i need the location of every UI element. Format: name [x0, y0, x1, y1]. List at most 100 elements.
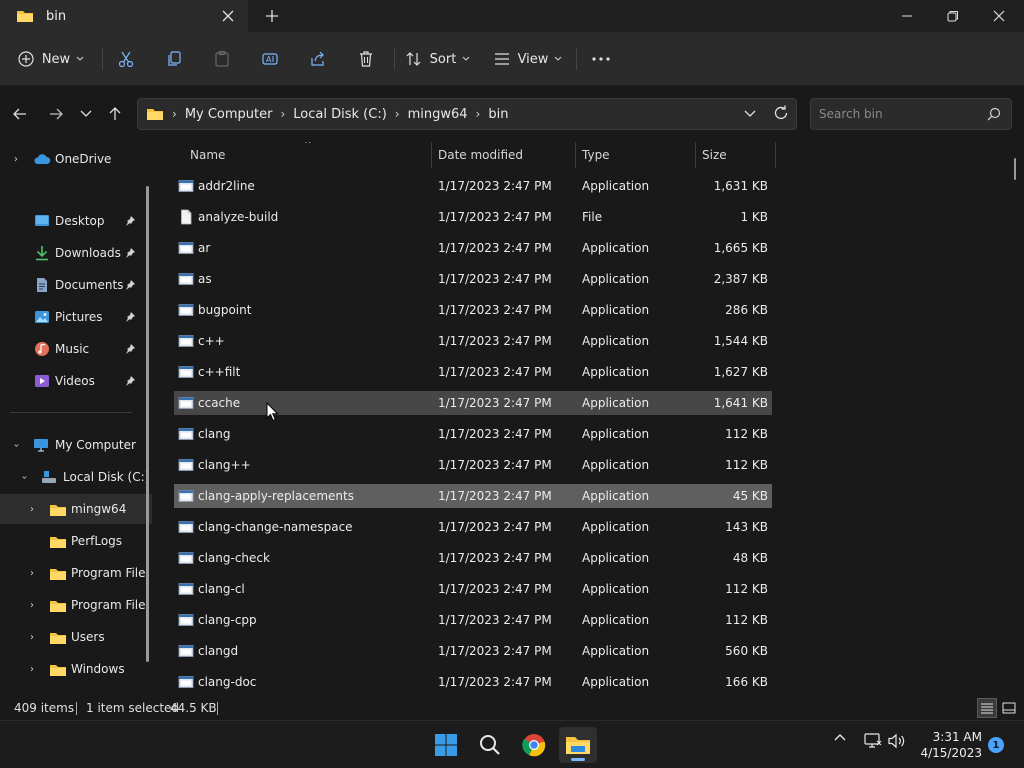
sidebar-item-desktop[interactable]: Desktop: [0, 206, 152, 236]
chevron-right-icon[interactable]: ›: [26, 664, 38, 675]
back-button[interactable]: [6, 100, 34, 128]
sidebar-item-program-files[interactable]: › Program File: [0, 558, 152, 588]
tiles-view-button[interactable]: [999, 698, 1019, 718]
forward-button[interactable]: [42, 100, 70, 128]
rename-button[interactable]: A: [256, 42, 284, 76]
file-row[interactable]: as 1/17/2023 2:47 PM Application 2,387 KB: [174, 267, 772, 291]
sidebar-item-downloads[interactable]: Downloads: [0, 238, 152, 268]
column-divider[interactable]: [695, 142, 696, 168]
chevron-right-icon[interactable]: ›: [10, 154, 22, 165]
chevron-right-icon[interactable]: ›: [26, 632, 38, 643]
sidebar-item-documents[interactable]: Documents: [0, 270, 152, 300]
view-button[interactable]: View: [492, 42, 564, 76]
file-row[interactable]: addr2line 1/17/2023 2:47 PM Application 1,6…: [174, 174, 772, 198]
sidebar-item-pictures[interactable]: Pictures: [0, 302, 152, 332]
minimize-button[interactable]: [884, 0, 930, 32]
chevron-right-icon[interactable]: ›: [26, 600, 38, 611]
search-box[interactable]: [810, 98, 1012, 130]
breadcrumb-bin[interactable]: bin: [488, 107, 508, 122]
address-bar[interactable]: › My Computer › Local Disk (C:) › mingw6…: [137, 98, 797, 130]
file-list-scrollbar[interactable]: [1014, 158, 1016, 180]
volume-button[interactable]: [888, 733, 906, 749]
column-divider[interactable]: [575, 142, 576, 168]
show-hidden-icons-button[interactable]: [834, 733, 846, 741]
breadcrumb-local-disk[interactable]: Local Disk (C:): [293, 107, 386, 122]
file-row[interactable]: ar 1/17/2023 2:47 PM Application 1,665 KB: [174, 236, 772, 260]
start-button[interactable]: [427, 727, 465, 763]
file-date-modified: 1/17/2023 2:47 PM: [438, 613, 552, 627]
new-button[interactable]: New: [12, 42, 90, 76]
notification-badge[interactable]: 1: [988, 737, 1004, 753]
copy-button[interactable]: [160, 42, 188, 76]
file-row[interactable]: c++filt 1/17/2023 2:47 PM Application 1,627…: [174, 360, 772, 384]
column-header-name[interactable]: Name ^: [190, 142, 430, 168]
refresh-button[interactable]: [772, 104, 790, 126]
taskbar-search-button[interactable]: [471, 727, 509, 763]
paste-button[interactable]: [208, 42, 236, 76]
file-row[interactable]: clang-check 1/17/2023 2:47 PM Application 4…: [174, 546, 772, 570]
file-row[interactable]: c++ 1/17/2023 2:47 PM Application 1,544 KB: [174, 329, 772, 353]
sidebar-item-onedrive[interactable]: › OneDrive: [0, 144, 152, 174]
column-header-size[interactable]: Size: [702, 142, 774, 168]
file-row[interactable]: clang-doc 1/17/2023 2:47 PM Application 166…: [174, 670, 772, 694]
file-row[interactable]: analyze-build 1/17/2023 2:47 PM File 1 KB: [174, 205, 772, 229]
file-row[interactable]: bugpoint 1/17/2023 2:47 PM Application 286 …: [174, 298, 772, 322]
details-view-button[interactable]: [977, 698, 997, 718]
sidebar-scrollbar[interactable]: [146, 186, 149, 662]
sidebar-item-mingw64[interactable]: › mingw64: [0, 494, 152, 524]
file-row[interactable]: clang-change-namespace 1/17/2023 2:47 PM A…: [174, 515, 772, 539]
chevron-down-icon[interactable]: ›: [19, 471, 30, 483]
application-icon: [178, 304, 194, 316]
column-header-type[interactable]: Type: [582, 142, 694, 168]
share-button[interactable]: [304, 42, 332, 76]
chevron-down-icon[interactable]: ›: [11, 439, 22, 451]
breadcrumb-mingw64[interactable]: mingw64: [408, 107, 468, 122]
sidebar-item-users[interactable]: › Users: [0, 622, 152, 652]
sort-button[interactable]: Sort: [404, 42, 472, 76]
file-row[interactable]: clang-cl 1/17/2023 2:47 PM Application 112 …: [174, 577, 772, 601]
column-divider[interactable]: [775, 142, 776, 168]
column-divider[interactable]: [431, 142, 432, 168]
sidebar-item-program-files-x86[interactable]: › Program File: [0, 590, 152, 620]
taskbar-clock[interactable]: 3:31 AM 4/15/2023: [912, 729, 982, 761]
chrome-taskbar-button[interactable]: [515, 727, 553, 763]
sidebar-item-windows[interactable]: › Windows: [0, 654, 152, 684]
view-label: View: [517, 51, 549, 67]
sidebar-item-music[interactable]: Music: [0, 334, 152, 364]
window-tab[interactable]: bin: [0, 0, 248, 32]
column-header-date[interactable]: Date modified: [438, 142, 574, 168]
new-tab-button[interactable]: [258, 4, 286, 28]
sidebar-divider: [10, 412, 132, 413]
file-row[interactable]: clang-apply-replacements 1/17/2023 2:47 P…: [174, 484, 772, 508]
sidebar-item-perflogs[interactable]: PerfLogs: [0, 526, 152, 556]
recent-locations-button[interactable]: [72, 100, 100, 128]
sidebar-item-local-disk[interactable]: › Local Disk (C:): [0, 462, 152, 492]
file-row[interactable]: clangd 1/17/2023 2:47 PM Application 560 KB: [174, 639, 772, 663]
close-window-button[interactable]: [976, 0, 1022, 32]
chevron-right-icon[interactable]: ›: [26, 568, 38, 579]
cut-button[interactable]: [112, 42, 140, 76]
application-icon: [178, 459, 194, 471]
folder-icon: [50, 537, 66, 548]
address-history-button[interactable]: [744, 105, 756, 127]
search-icon: [480, 735, 500, 755]
sidebar-item-videos[interactable]: Videos: [0, 366, 152, 396]
restore-button[interactable]: [930, 0, 976, 32]
tab-close-button[interactable]: [216, 4, 240, 28]
new-label: New: [41, 51, 71, 67]
file-row[interactable]: clang 1/17/2023 2:47 PM Application 112 KB: [174, 422, 772, 446]
network-status-button[interactable]: [864, 733, 882, 749]
chevron-right-icon[interactable]: ›: [26, 504, 38, 515]
sidebar-item-my-computer[interactable]: › My Computer: [0, 430, 152, 460]
file-row[interactable]: clang++ 1/17/2023 2:47 PM Application 112 K…: [174, 453, 772, 477]
breadcrumb-my-computer[interactable]: My Computer: [185, 107, 273, 122]
up-button[interactable]: [101, 100, 129, 128]
documents-icon: [37, 278, 47, 292]
file-row[interactable]: clang-cpp 1/17/2023 2:47 PM Application 112…: [174, 608, 772, 632]
more-options-button[interactable]: [586, 42, 616, 76]
search-input[interactable]: [819, 107, 979, 121]
file-explorer-taskbar-button[interactable]: [559, 727, 597, 763]
arrow-up-icon: [109, 107, 121, 120]
file-row[interactable]: ccache 1/17/2023 2:47 PM Application 1,641 …: [174, 391, 772, 415]
delete-button[interactable]: [352, 42, 380, 76]
